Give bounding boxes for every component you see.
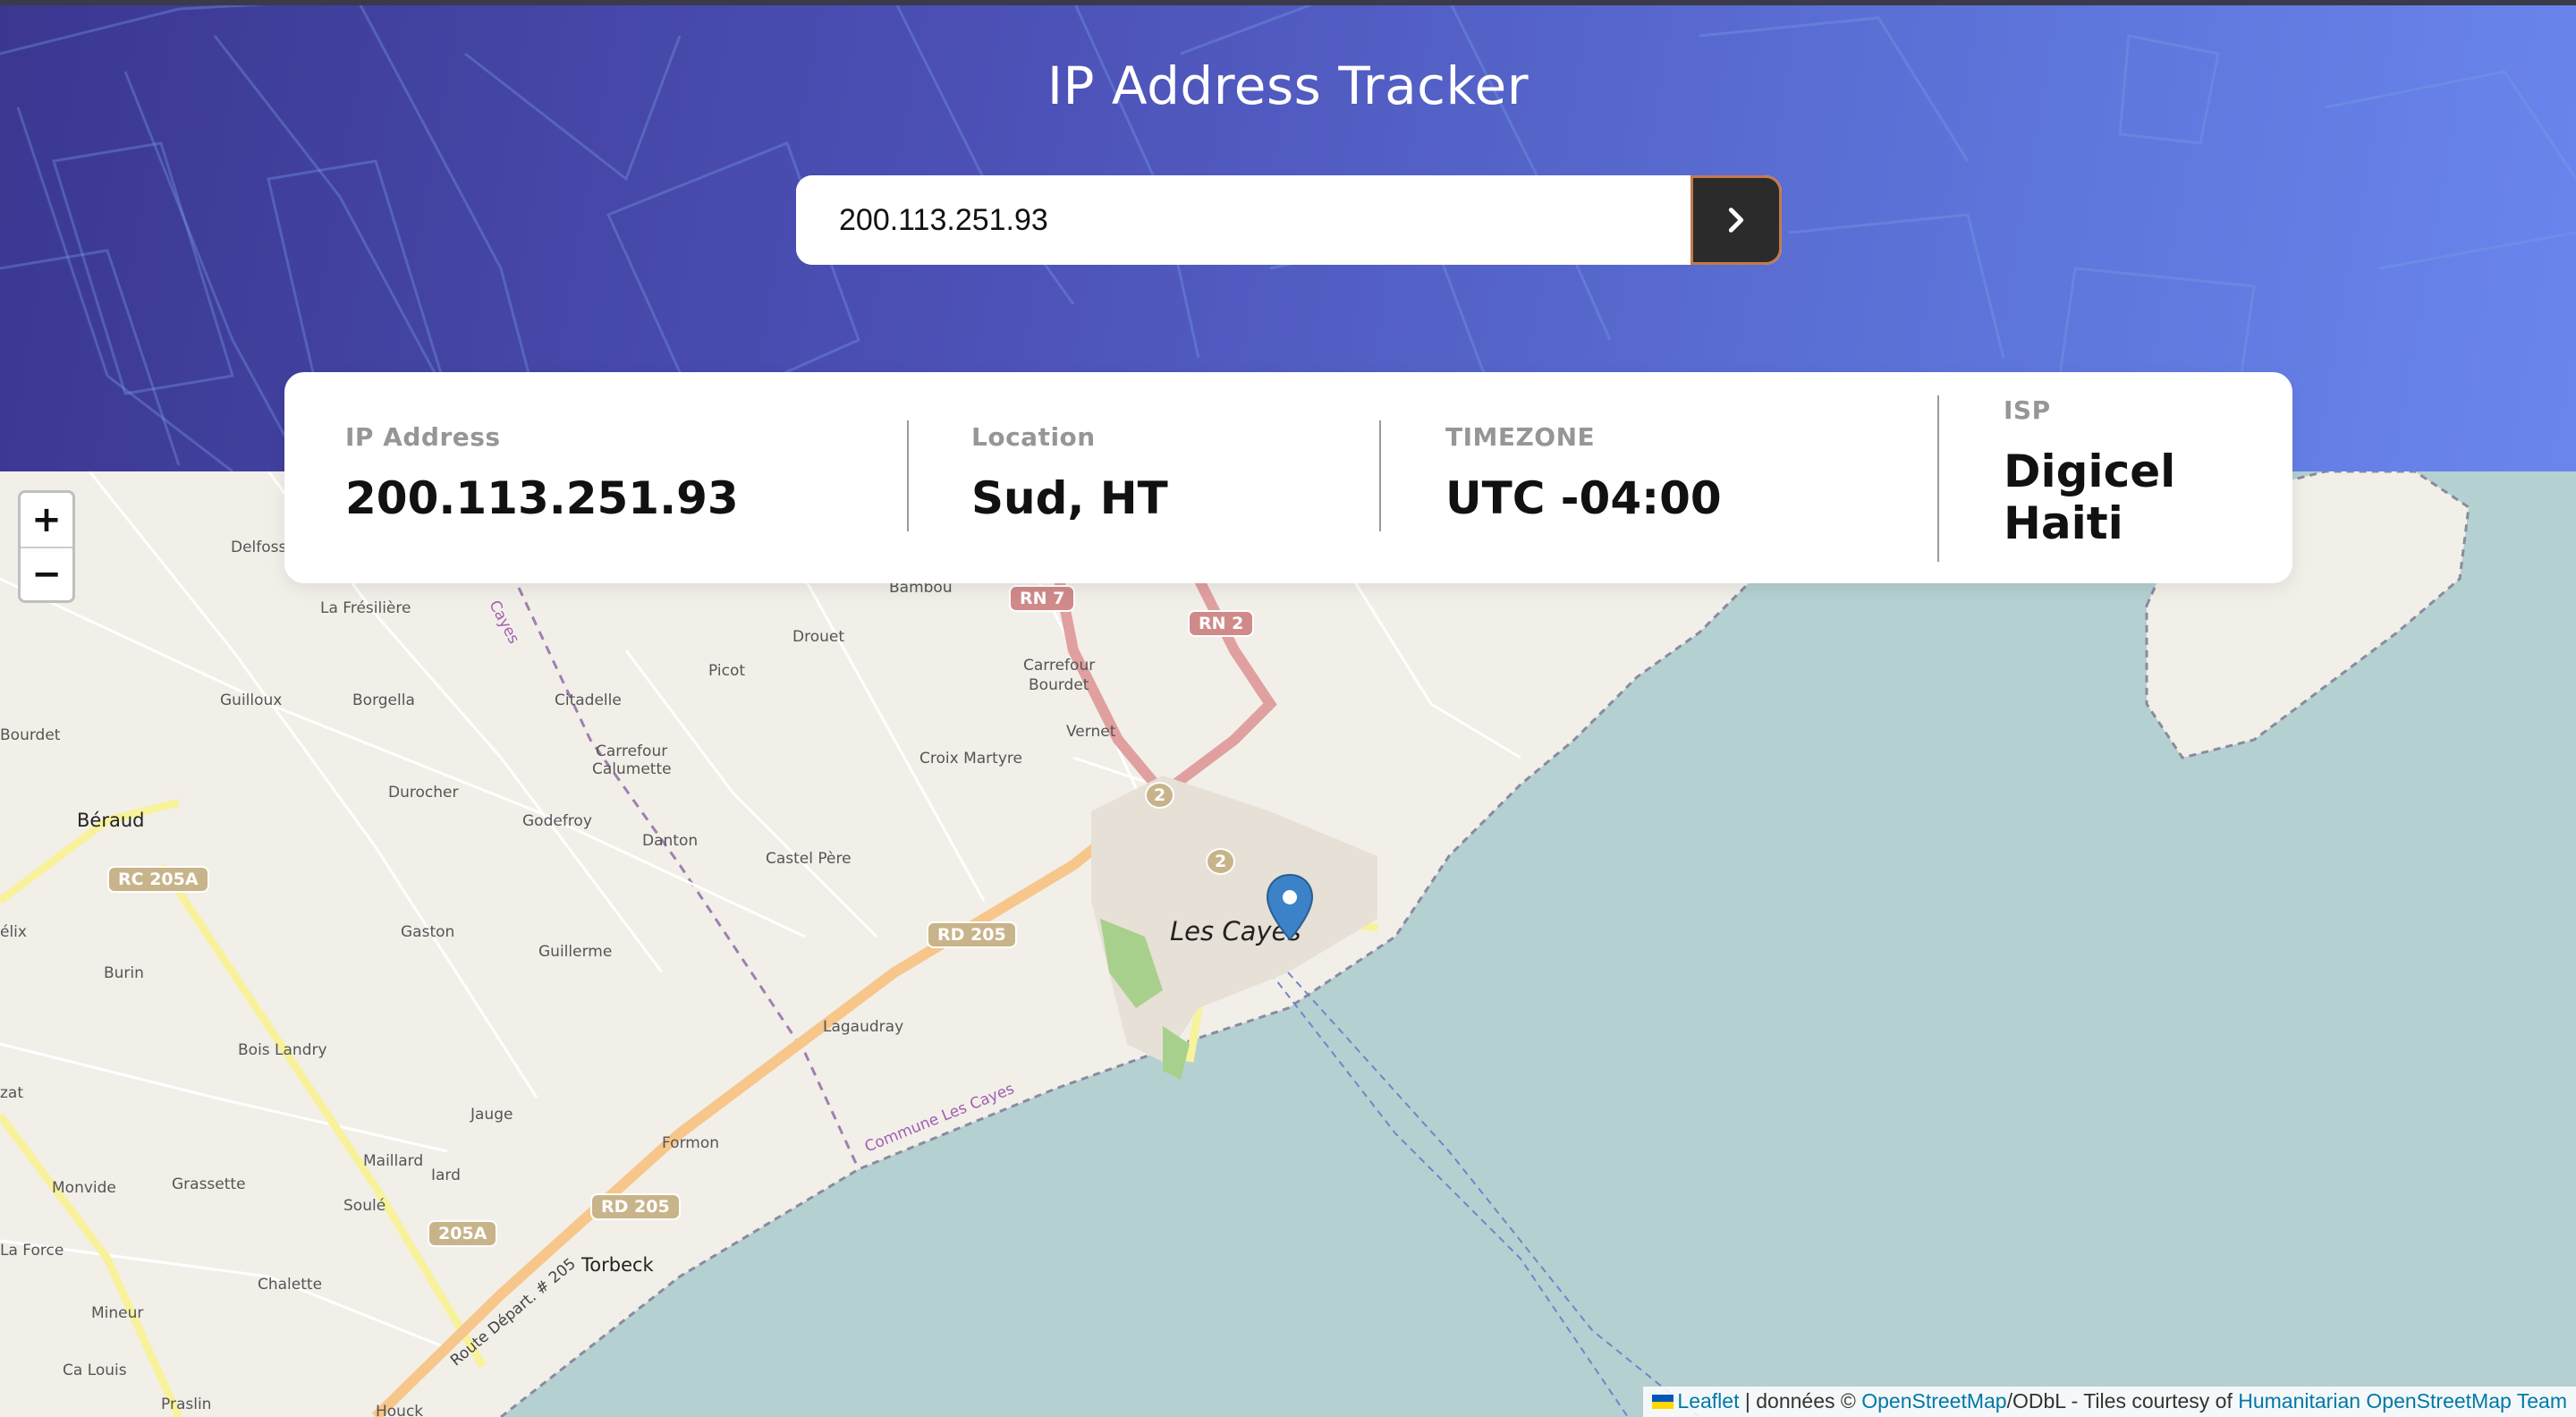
shield-rd205-a: RD 205 [927,921,1017,948]
map-label-borgella: Borgella [352,692,415,709]
shield-rn2: RN 2 [1188,610,1255,637]
info-divider [1937,395,1939,562]
info-ip-value: 200.113.251.93 [345,472,739,524]
info-location-value: Sud, HT [971,472,1168,524]
map-label-godefroy: Godefroy [522,812,592,830]
map-label-carrefour-bourdet-2: Bourdet [1029,676,1089,694]
map-label-soule: Soulé [343,1197,386,1215]
map-label-carrefour-calumette-2: Calumette [592,760,672,778]
map-pin-icon[interactable] [1265,873,1315,941]
info-timezone-value: UTC -04:00 [1445,472,1722,524]
map-label-la-fresiliere: La Frésilière [320,599,411,617]
map-label-guillerme: Guillerme [538,943,613,961]
map-label-delfoss: Delfoss [231,539,287,556]
map-label-gaston: Gaston [401,923,455,941]
map-label-iard: Iard [431,1167,461,1184]
zoom-control: + − [18,490,75,603]
info-location-label: Location [971,422,1096,452]
info-isp-label: ISP [2004,395,2051,425]
map-label-carrefour-calumette-1: Carrefour [596,742,668,760]
info-isp: ISP Digicel Haiti [2004,372,2272,583]
map-label-jauge: Jauge [470,1106,513,1124]
map-label-chalette: Chalette [258,1276,323,1294]
chevron-right-icon [1728,208,1744,233]
shield-rn7: RN 7 [1009,585,1076,612]
map-label-citadelle: Citadelle [555,692,622,709]
info-divider [907,420,909,531]
shield-rc205a: RC 205A [107,866,209,893]
zoom-out-button[interactable]: − [21,547,72,600]
info-timezone: TIMEZONE UTC -04:00 [1445,372,1893,583]
map-label-mineur: Mineur [91,1304,144,1322]
map-label-drouet: Drouet [792,628,845,646]
map-label-bourdet: Bourdet [0,726,61,744]
info-ip: IP Address 200.113.251.93 [345,372,882,583]
map-label-picot: Picot [708,662,746,680]
shield-205a: 205A [428,1220,498,1247]
map-label-durocher: Durocher [388,784,459,802]
map-label-carrefour-bourdet-1: Carrefour [1023,657,1096,675]
zoom-in-button[interactable]: + [21,493,72,547]
map-label-la-force: La Force [0,1242,64,1260]
map-label-torbeck: Torbeck [581,1254,654,1276]
ip-info-card: IP Address 200.113.251.93 Location Sud, … [284,372,2292,583]
window-top-border [0,0,2576,5]
map-label-monvide: Monvide [52,1179,116,1197]
map-label-guilloux: Guilloux [220,692,283,709]
info-isp-value-line2: Haiti [2004,497,2123,549]
info-divider [1379,420,1381,531]
info-timezone-label: TIMEZONE [1445,422,1596,452]
info-ip-label: IP Address [345,422,501,452]
shield-rd205-b: RD 205 [590,1193,681,1220]
map-label-lagaudray: Lagaudray [823,1018,904,1036]
map-label-danton: Danton [642,832,699,850]
map-label-beraud: Béraud [77,810,145,831]
info-isp-value-line1: Digicel [2004,445,2176,497]
map-label-formon: Formon [662,1134,719,1152]
map-label-ca-louis: Ca Louis [63,1362,127,1379]
map-label-bois-landry: Bois Landry [238,1041,327,1059]
shield-2-b: 2 [1206,848,1236,875]
map-label-zat: zat [0,1084,24,1102]
shield-2-a: 2 [1145,782,1175,809]
map-label-maillard: Maillard [363,1152,424,1170]
ip-search-form [796,175,1782,265]
map-label-burin: Burin [104,964,144,982]
leaflet-link[interactable]: Leaflet [1677,1389,1739,1413]
search-submit-button[interactable] [1690,175,1782,265]
map-label-elix: élix [0,923,27,941]
map-label-houck: Houck [376,1403,424,1417]
map-label-vernet: Vernet [1066,723,1116,741]
hot-link[interactable]: Humanitarian OpenStreetMap Team [2238,1389,2567,1413]
info-location: Location Sud, HT [971,372,1365,583]
attribution-mid: /ODbL - Tiles courtesy of [2006,1389,2239,1413]
osm-link[interactable]: OpenStreetMap [1861,1389,2006,1413]
page-title: IP Address Tracker [1046,55,1530,116]
map-label-praslin: Praslin [161,1396,212,1413]
map-label-castel-pere: Castel Père [766,850,852,868]
map-label-grassette: Grassette [172,1175,246,1193]
map-attribution: Leaflet | données © OpenStreetMap/ODbL -… [1643,1387,2576,1417]
ukraine-flag-icon [1652,1395,1674,1409]
map-label-croix-martyre: Croix Martyre [919,750,1022,768]
attribution-sep: | données © [1739,1389,1862,1413]
ip-search-input[interactable] [796,175,1690,265]
